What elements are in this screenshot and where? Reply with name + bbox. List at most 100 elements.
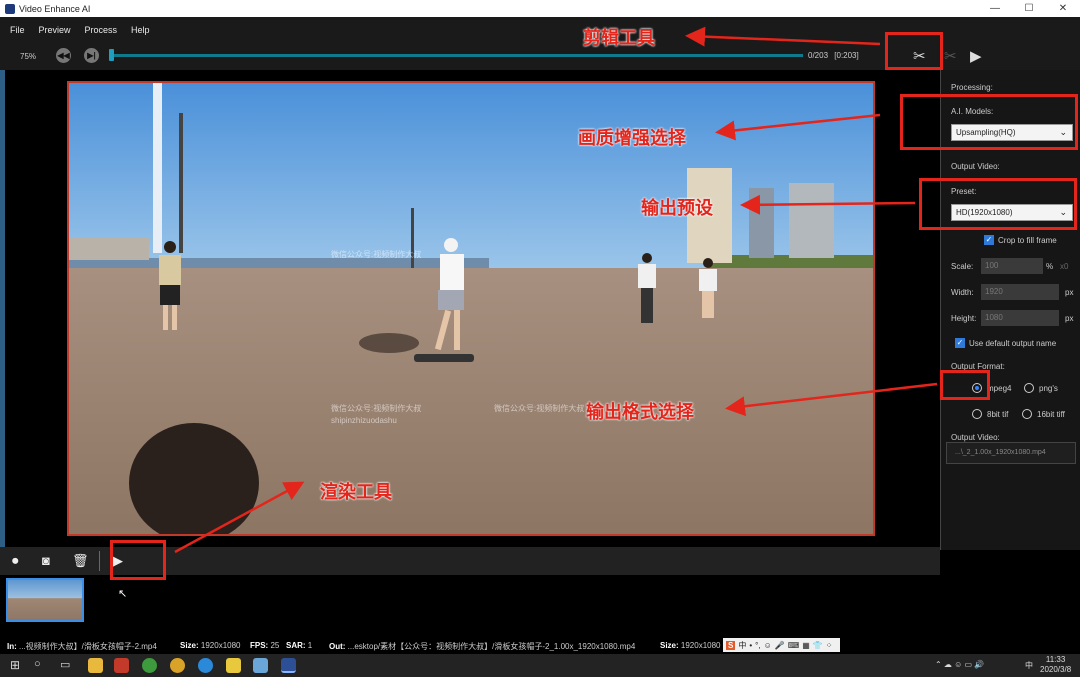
- scale-label: Scale:: [951, 262, 974, 271]
- app-icon[interactable]: [114, 658, 129, 673]
- browser-icon[interactable]: [170, 658, 185, 673]
- kugou-icon[interactable]: [198, 658, 213, 673]
- clock-time: 11:33: [1045, 655, 1066, 664]
- ime-item[interactable]: •: [749, 641, 752, 650]
- preview-building: [749, 188, 774, 258]
- video-camera-icon[interactable]: ▶: [970, 47, 982, 65]
- preview-skater: [414, 238, 474, 368]
- cut-tool-highlight: [885, 32, 943, 70]
- status-bar: In: ...视频制作大叔】/滑板女孩帽子-2.mp4 Size: 1920x1…: [0, 637, 1080, 654]
- format-pngs-label: png's: [1039, 384, 1058, 393]
- ime-item[interactable]: ☺: [764, 641, 772, 650]
- output-path-field[interactable]: ...\_2_1.00x_1920x1080.mp4: [946, 442, 1076, 464]
- timeline-track[interactable]: [111, 54, 803, 57]
- ime-item[interactable]: 🎤: [775, 641, 785, 650]
- ime-toolbar[interactable]: S 中 • °, ☺ 🎤 ⌨ ▦ 👕 ⁘: [723, 638, 840, 652]
- processing-label: Processing:: [951, 83, 993, 92]
- ime-item[interactable]: ⌨: [788, 641, 800, 650]
- video-watermark: 微信公众号:视频制作大叔: [331, 250, 422, 259]
- menu-file[interactable]: File: [10, 25, 25, 35]
- toolbar-divider: [99, 551, 100, 571]
- annotation-quality-select: 画质增强选择: [578, 128, 686, 148]
- sar-value: 1: [307, 641, 313, 650]
- in-value: ...视频制作大叔】/滑板女孩帽子-2.mp4: [19, 642, 157, 651]
- preview-pole: [153, 83, 162, 253]
- ime-item[interactable]: °,: [755, 641, 760, 650]
- close-button[interactable]: ✕: [1046, 3, 1080, 14]
- preview-walker: [637, 253, 657, 323]
- scale-input[interactable]: 100: [981, 258, 1043, 274]
- ime-item[interactable]: 中: [738, 640, 746, 651]
- video-watermark: 微信公众号:视频制作大叔: [494, 404, 585, 413]
- output-video-label: Output Video:: [951, 162, 1000, 171]
- taskbar: ⊞ ○ ▭ ⌃ ☁ ☺ ▭ 🔊 中 11:33 2020/3/8: [0, 654, 1080, 677]
- format-mpeg4-label: mpeg4: [987, 384, 1012, 393]
- task-view-icon[interactable]: ▭: [60, 658, 70, 671]
- mouse-cursor-icon: ↖: [118, 588, 128, 600]
- ime-item[interactable]: 👕: [813, 641, 823, 650]
- default-name-label: Use default output name: [969, 339, 1057, 348]
- crop-icon[interactable]: ✂: [944, 47, 957, 65]
- format-8bit-label: 8bit tif: [987, 410, 1009, 419]
- format-highlight: [940, 370, 990, 400]
- input-language[interactable]: 中: [1025, 660, 1033, 671]
- preview-lamppost: [179, 113, 183, 253]
- add-video-icon[interactable]: ⏺: [12, 553, 19, 569]
- video-thumbnail[interactable]: [6, 578, 84, 622]
- camera-icon[interactable]: ◙: [42, 553, 50, 568]
- zoom-level[interactable]: 75%: [20, 52, 36, 61]
- crop-checkbox[interactable]: ✓: [984, 235, 994, 245]
- notes-icon[interactable]: [226, 658, 241, 673]
- annotation-render-tool: 渲染工具: [320, 482, 392, 502]
- system-tray-icons[interactable]: ⌃ ☁ ☺ ▭ 🔊: [935, 660, 984, 669]
- height-input[interactable]: 1080: [981, 310, 1059, 326]
- search-icon[interactable]: ○: [34, 658, 41, 670]
- app-icon[interactable]: [253, 658, 268, 673]
- in-label: In:: [7, 642, 17, 651]
- annotation-output-preset: 输出预设: [641, 198, 713, 218]
- out-size-value: 1920x1080: [680, 641, 721, 650]
- ime-item[interactable]: ▦: [802, 641, 810, 650]
- windows-start-icon[interactable]: ⊞: [10, 658, 20, 672]
- menu-help[interactable]: Help: [131, 25, 150, 35]
- menu-preview[interactable]: Preview: [39, 25, 71, 35]
- height-unit: px: [1065, 314, 1074, 323]
- skip-back-icon[interactable]: ◀◀: [56, 48, 71, 63]
- step-forward-icon[interactable]: ▶|: [84, 48, 99, 63]
- format-radio-pngs[interactable]: [1024, 383, 1034, 393]
- out-size-label: Size:: [660, 641, 679, 650]
- output-path-label: Output Video:: [951, 433, 1000, 442]
- video-enhance-ai-taskbar-icon[interactable]: [281, 658, 296, 673]
- format-radio-16bit-tiff[interactable]: [1022, 409, 1032, 419]
- file-explorer-icon[interactable]: [88, 658, 103, 673]
- preview-building: [69, 238, 149, 260]
- sar-label: SAR:: [286, 641, 306, 650]
- chrome-icon[interactable]: [142, 658, 157, 673]
- frame-range: [0:203]: [834, 51, 859, 60]
- width-unit: px: [1065, 288, 1074, 297]
- format-radio-8bit-tif[interactable]: [972, 409, 982, 419]
- default-name-checkbox[interactable]: ✓: [955, 338, 965, 348]
- maximize-button[interactable]: ☐: [1012, 3, 1046, 14]
- minimize-button[interactable]: —: [978, 3, 1012, 14]
- width-label: Width:: [951, 288, 974, 297]
- size-value: 1920x1080: [200, 641, 241, 650]
- fps-value: 25: [270, 641, 280, 650]
- left-edge-bar: [0, 70, 5, 550]
- render-tool-highlight: [110, 540, 166, 580]
- ime-logo-icon: S: [726, 640, 736, 650]
- crop-label: Crop to fill frame: [998, 236, 1057, 245]
- ime-item[interactable]: ⁘: [826, 641, 833, 650]
- timeline-handle[interactable]: [109, 49, 114, 61]
- preset-highlight: [919, 178, 1077, 230]
- video-preview[interactable]: 微信公众号:视频制作大叔 微信公众号:视频制作大叔 shipinzhizuoda…: [67, 81, 875, 536]
- size-label: Size:: [180, 641, 199, 650]
- thumbnail-strip: ↖: [0, 575, 1080, 633]
- clock[interactable]: 11:33 2020/3/8: [1040, 655, 1071, 675]
- preview-building: [789, 183, 834, 258]
- trash-icon[interactable]: 🗑: [72, 553, 89, 569]
- clock-date: 2020/3/8: [1040, 665, 1072, 674]
- out-value: ...esktop/素材【公众号：视频制作大叔】/滑板女孩帽子-2_1.00x_…: [347, 642, 636, 651]
- width-input[interactable]: 1920: [981, 284, 1059, 300]
- menu-process[interactable]: Process: [85, 25, 118, 35]
